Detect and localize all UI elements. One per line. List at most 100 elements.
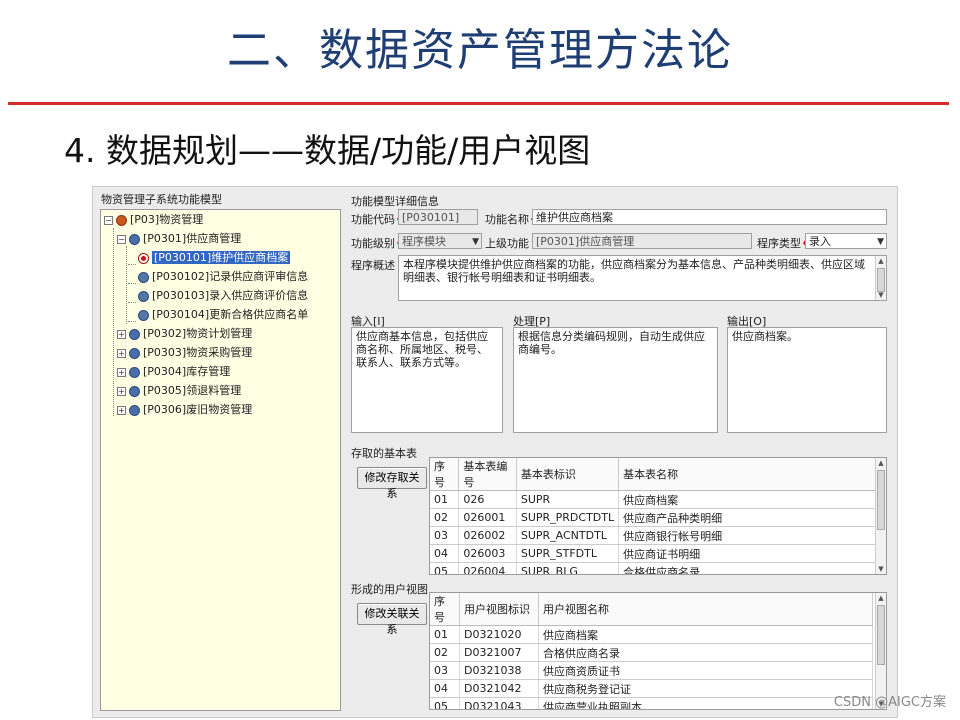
column-header[interactable]: 序号	[430, 458, 460, 491]
basic-tables-grid: 序号 基本表编号 基本表标识 基本表名称 01 026 SUPR 供应商档案 02 02…	[429, 457, 887, 575]
expand-toggle-icon[interactable]: +	[117, 367, 126, 377]
scrollbar[interactable]: ▲ ▼	[875, 458, 886, 574]
table-cell: 01	[430, 625, 460, 644]
gear-icon	[129, 328, 140, 340]
scroll-up-icon[interactable]: ▲	[876, 593, 886, 603]
table-cell: 供应商档案	[538, 625, 873, 644]
tree-node-p0301[interactable]: − [P0301]供应商管理	[117, 231, 241, 247]
tree-node-p0302[interactable]: + [P0302]物资计划管理	[117, 326, 252, 342]
name-field[interactable]: 维护供应商档案	[532, 209, 887, 225]
slide-subtitle: 4. 数据规划——数据/功能/用户视图	[64, 131, 591, 170]
table-cell: 02	[430, 508, 460, 527]
table-row[interactable]: 05 D0321043 供应商营业执照副本	[430, 697, 873, 709]
table-cell: 供应商营业执照副本	[538, 697, 873, 709]
collapse-toggle-icon[interactable]: −	[104, 215, 113, 225]
table-cell: SUPR_BLG	[516, 562, 620, 574]
desc-textarea[interactable]: 本程序模块提供维护供应商档案的功能，供应商档案分为基本信息、产品种类明细表、供应…	[398, 255, 887, 301]
scroll-thumb[interactable]	[877, 470, 885, 530]
tree-node-p0304[interactable]: + [P0304]库存管理	[117, 364, 230, 380]
gear-icon	[129, 385, 140, 397]
tree-node-root[interactable]: − [P03]物资管理	[104, 212, 203, 228]
table-row[interactable]: 03 026002 SUPR_ACNTDTL 供应商银行帐号明细	[430, 526, 886, 545]
collapse-toggle-icon[interactable]: −	[117, 234, 126, 244]
table-row[interactable]: 01 026 SUPR 供应商档案	[430, 490, 886, 509]
scroll-down-icon[interactable]: ▼	[876, 290, 886, 300]
table-cell: 04	[430, 679, 460, 698]
tree-node-p030102[interactable]: [P030102]记录供应商评审信息	[138, 269, 308, 285]
column-header[interactable]: 用户视图名称	[538, 593, 873, 626]
gear-icon	[129, 233, 140, 245]
type-label: 程序类型♦	[757, 237, 811, 250]
table-row[interactable]: 01 D0321020 供应商档案	[430, 625, 873, 644]
column-header[interactable]: 用户视图标识	[459, 593, 539, 626]
column-header[interactable]: 序号	[430, 593, 460, 626]
app-screenshot: 物资管理子系统功能模型 − [P03]物资管理 − [P0301]供应商管理 [P0…	[92, 186, 898, 718]
level-dropdown[interactable]: 程序模块 ▼	[398, 233, 482, 249]
scrollbar[interactable]: ▲ ▼	[875, 256, 886, 300]
table-row[interactable]: 04 026003 SUPR_STFDTL 供应商证书明细	[430, 544, 886, 563]
table-cell: 01	[430, 490, 460, 509]
table-cell: D0321007	[459, 643, 539, 662]
scroll-thumb[interactable]	[877, 605, 885, 665]
table-cell: D0321038	[459, 661, 539, 680]
input-textarea[interactable]: 供应商基本信息，包括供应商名称、所属地区、税号、联系人、联系方式等。	[351, 327, 503, 433]
table-cell: 供应商证书明细	[618, 544, 886, 563]
table-cell: 04	[430, 544, 460, 563]
table-row[interactable]: 02 026001 SUPR_PRDCTDTL 供应商产品种类明细	[430, 508, 886, 527]
column-header[interactable]: 基本表标识	[516, 458, 620, 491]
gear-icon	[129, 366, 140, 378]
tree-connector	[128, 302, 136, 303]
tree-connector	[128, 264, 136, 265]
edit-relation-button[interactable]: 修改关联关系	[357, 603, 427, 636]
table-cell: D0321043	[459, 697, 539, 709]
tree-connector	[113, 228, 114, 416]
table-row[interactable]: 04 D0321042 供应商税务登记证	[430, 679, 873, 698]
parent-label: 上级功能	[485, 237, 529, 250]
type-dropdown[interactable]: 录入 ▼	[805, 233, 887, 249]
tree-connector	[126, 246, 127, 324]
table-cell: 03	[430, 526, 460, 545]
gear-icon	[129, 347, 140, 359]
scroll-up-icon[interactable]: ▲	[876, 458, 886, 468]
gear-icon	[116, 214, 127, 226]
table-cell: 合格供应商名录	[618, 562, 886, 574]
expand-toggle-icon[interactable]: +	[117, 386, 126, 396]
views-section-title: 形成的用户视图	[351, 583, 428, 596]
table-row[interactable]: 05 026004 SUPR_BLG 合格供应商名录	[430, 562, 886, 574]
output-textarea[interactable]: 供应商档案。	[727, 327, 887, 433]
table-row[interactable]: 02 D0321007 合格供应商名录	[430, 643, 873, 662]
table-row[interactable]: 03 D0321038 供应商资质证书	[430, 661, 873, 680]
table-cell: SUPR_PRDCTDTL	[516, 508, 620, 527]
column-header[interactable]: 基本表编号	[458, 458, 517, 491]
process-textarea[interactable]: 根据信息分类编码规则，自动生成供应商编号。	[513, 327, 718, 433]
expand-toggle-icon[interactable]: +	[117, 329, 126, 339]
tree-node-p0305[interactable]: + [P0305]领退料管理	[117, 383, 241, 399]
tree-node-p030101[interactable]: [P030101]维护供应商档案	[138, 250, 291, 266]
user-views-grid: 序号 用户视图标识 用户视图名称 01 D0321020 供应商档案 02 D0321…	[429, 592, 887, 710]
expand-toggle-icon[interactable]: +	[117, 348, 126, 358]
tree-node-p0306[interactable]: + [P0306]废旧物资管理	[117, 402, 252, 418]
chevron-down-icon: ▼	[472, 237, 479, 247]
tree-node-p030103[interactable]: [P030103]录入供应商评价信息	[138, 288, 308, 304]
table-cell: 02	[430, 643, 460, 662]
parent-field[interactable]: [P0301]供应商管理	[532, 233, 752, 249]
scroll-thumb[interactable]	[877, 268, 885, 292]
table-cell: D0321042	[459, 679, 539, 698]
gear-icon	[138, 309, 149, 321]
name-label: 功能名称♦	[485, 213, 539, 226]
table-cell: 合格供应商名录	[538, 643, 873, 662]
title-divider	[8, 102, 949, 105]
expand-toggle-icon[interactable]: +	[117, 405, 126, 415]
table-cell: SUPR	[516, 490, 620, 509]
table-cell: 供应商产品种类明细	[618, 508, 886, 527]
tree-connector	[128, 321, 136, 322]
table-cell: 026	[458, 490, 517, 509]
scroll-up-icon[interactable]: ▲	[876, 256, 886, 266]
tree-node-p030104[interactable]: [P030104]更新合格供应商名单	[138, 307, 308, 323]
scroll-down-icon[interactable]: ▼	[876, 564, 886, 574]
edit-access-button[interactable]: 修改存取关系	[357, 467, 427, 500]
code-field[interactable]: [P030101]	[398, 209, 478, 225]
tree-connector	[128, 283, 136, 284]
tree-node-p0303[interactable]: + [P0303]物资采购管理	[117, 345, 252, 361]
column-header[interactable]: 基本表名称	[618, 458, 886, 491]
